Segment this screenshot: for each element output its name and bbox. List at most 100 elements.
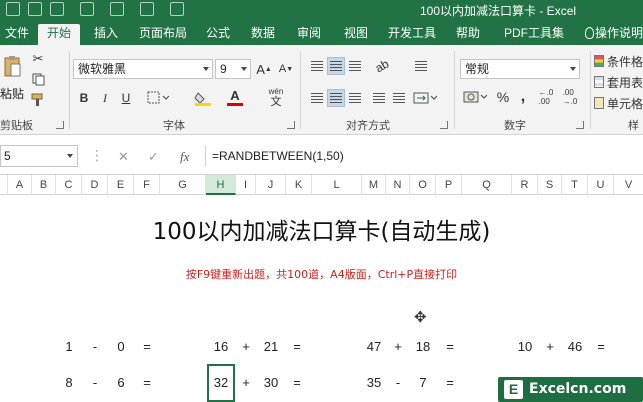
font-color-button[interactable]: A (224, 87, 246, 107)
column-header[interactable]: P (436, 175, 462, 195)
clipboard-launcher-icon[interactable] (56, 121, 64, 129)
align-right-button[interactable] (346, 89, 364, 107)
cell[interactable]: 46 (562, 339, 588, 354)
paste-button[interactable] (2, 51, 22, 81)
column-header[interactable]: K (286, 175, 312, 195)
format-painter-icon[interactable] (30, 92, 46, 108)
column-header[interactable]: O (410, 175, 436, 195)
cell-styles-button[interactable]: 单元格 (594, 94, 643, 112)
font-size-combo[interactable]: 9 (215, 59, 251, 79)
undo-icon[interactable] (28, 2, 42, 16)
italic-button[interactable]: I (97, 89, 113, 107)
borders-button[interactable] (145, 89, 171, 107)
accounting-format-button[interactable] (462, 87, 488, 107)
sort-icon[interactable] (170, 2, 184, 16)
column-header[interactable]: L (312, 175, 362, 195)
cell[interactable]: = (284, 375, 310, 390)
quick-access-icon[interactable] (80, 2, 94, 16)
column-header[interactable]: A (8, 175, 32, 195)
cell[interactable]: = (134, 339, 160, 354)
middle-align-button[interactable] (327, 57, 345, 75)
column-header[interactable]: E (108, 175, 134, 195)
cell[interactable]: 0 (108, 339, 134, 354)
column-header[interactable]: J (256, 175, 286, 195)
alignment-launcher-icon[interactable] (440, 121, 448, 129)
column-header[interactable]: R (512, 175, 538, 195)
column-header[interactable]: M (362, 175, 386, 195)
format-as-table-button[interactable]: 套用表 (594, 73, 643, 91)
column-header[interactable]: S (538, 175, 562, 195)
cell[interactable]: = (588, 339, 614, 354)
underline-button[interactable]: U (118, 89, 134, 107)
print-preview-icon[interactable] (110, 2, 124, 16)
cell[interactable]: - (385, 375, 411, 390)
cell[interactable]: = (437, 339, 463, 354)
cell[interactable]: = (437, 375, 463, 390)
copy-icon[interactable] (30, 71, 46, 87)
cell[interactable]: 16 (208, 339, 234, 354)
tab-help[interactable]: 帮助 (448, 24, 488, 45)
fill-color-button[interactable] (193, 89, 215, 107)
tell-me-search[interactable]: 操作说明 (595, 24, 643, 45)
column-header[interactable]: T (562, 175, 588, 195)
tab-page-layout[interactable]: 页面布局 (132, 24, 194, 45)
cell[interactable]: 7 (410, 375, 436, 390)
cell[interactable]: - (82, 339, 108, 354)
align-center-button[interactable] (327, 89, 345, 107)
tab-insert[interactable]: 插入 (86, 24, 126, 45)
save-icon[interactable] (6, 2, 20, 16)
cell[interactable]: + (385, 339, 411, 354)
increase-decimal-icon[interactable]: ←.0.00 (536, 87, 556, 107)
merge-center-button[interactable] (412, 89, 438, 107)
tab-review[interactable]: 审阅 (289, 24, 329, 45)
formula-input[interactable]: =RANDBETWEEN(1,50) (205, 145, 643, 167)
grow-font-button[interactable]: A ▲ (255, 59, 273, 79)
cell[interactable]: = (134, 375, 160, 390)
tab-view[interactable]: 视图 (336, 24, 376, 45)
wrap-text-icon[interactable] (410, 57, 432, 75)
column-header[interactable]: I (236, 175, 256, 195)
name-box[interactable]: 5 (0, 145, 78, 167)
tab-file[interactable]: 文件 (0, 24, 34, 45)
column-header[interactable]: B (32, 175, 56, 195)
phonetic-button[interactable]: wén 文 (262, 85, 290, 109)
cell[interactable]: 18 (410, 339, 436, 354)
bold-button[interactable]: B (76, 89, 92, 107)
column-header[interactable]: D (82, 175, 108, 195)
cell[interactable]: + (233, 339, 259, 354)
worksheet[interactable]: 100以内加减法口算卡(自动生成) 按F9键重新出题，共100道，A4版面，Ct… (0, 195, 643, 402)
decrease-indent-icon[interactable] (370, 89, 388, 107)
shrink-font-button[interactable]: A ▼ (277, 59, 295, 79)
column-header[interactable]: G (160, 175, 206, 195)
column-header[interactable]: V (614, 175, 643, 195)
tab-pdf-tools[interactable]: PDF工具集 (498, 24, 570, 45)
cell[interactable]: 10 (512, 339, 538, 354)
comma-button[interactable]: , (516, 87, 530, 107)
percent-button[interactable]: % (494, 87, 512, 107)
bottom-align-button[interactable] (346, 57, 364, 75)
cancel-icon[interactable]: ✕ (118, 149, 129, 165)
form-icon[interactable] (140, 2, 154, 16)
cell[interactable]: - (82, 375, 108, 390)
number-launcher-icon[interactable] (576, 121, 584, 129)
cell[interactable]: 8 (56, 375, 82, 390)
cell[interactable]: = (284, 339, 310, 354)
column-header[interactable]: C (56, 175, 82, 195)
redo-icon[interactable] (50, 2, 64, 16)
cell[interactable]: 35 (361, 375, 387, 390)
conditional-formatting-button[interactable]: 条件格 (594, 52, 643, 70)
column-header[interactable]: U (588, 175, 614, 195)
orientation-icon[interactable]: ab (367, 52, 397, 80)
tab-formulas[interactable]: 公式 (198, 24, 238, 45)
tab-home[interactable]: 开始 (38, 24, 80, 45)
column-header-selected[interactable]: H (206, 175, 236, 195)
font-launcher-icon[interactable] (287, 121, 295, 129)
cell[interactable]: 30 (258, 375, 284, 390)
cell[interactable]: + (537, 339, 563, 354)
cell[interactable]: 1 (56, 339, 82, 354)
align-left-button[interactable] (308, 89, 326, 107)
top-align-button[interactable] (308, 57, 326, 75)
increase-indent-icon[interactable] (390, 89, 408, 107)
cell[interactable]: 47 (361, 339, 387, 354)
column-header[interactable]: N (386, 175, 410, 195)
